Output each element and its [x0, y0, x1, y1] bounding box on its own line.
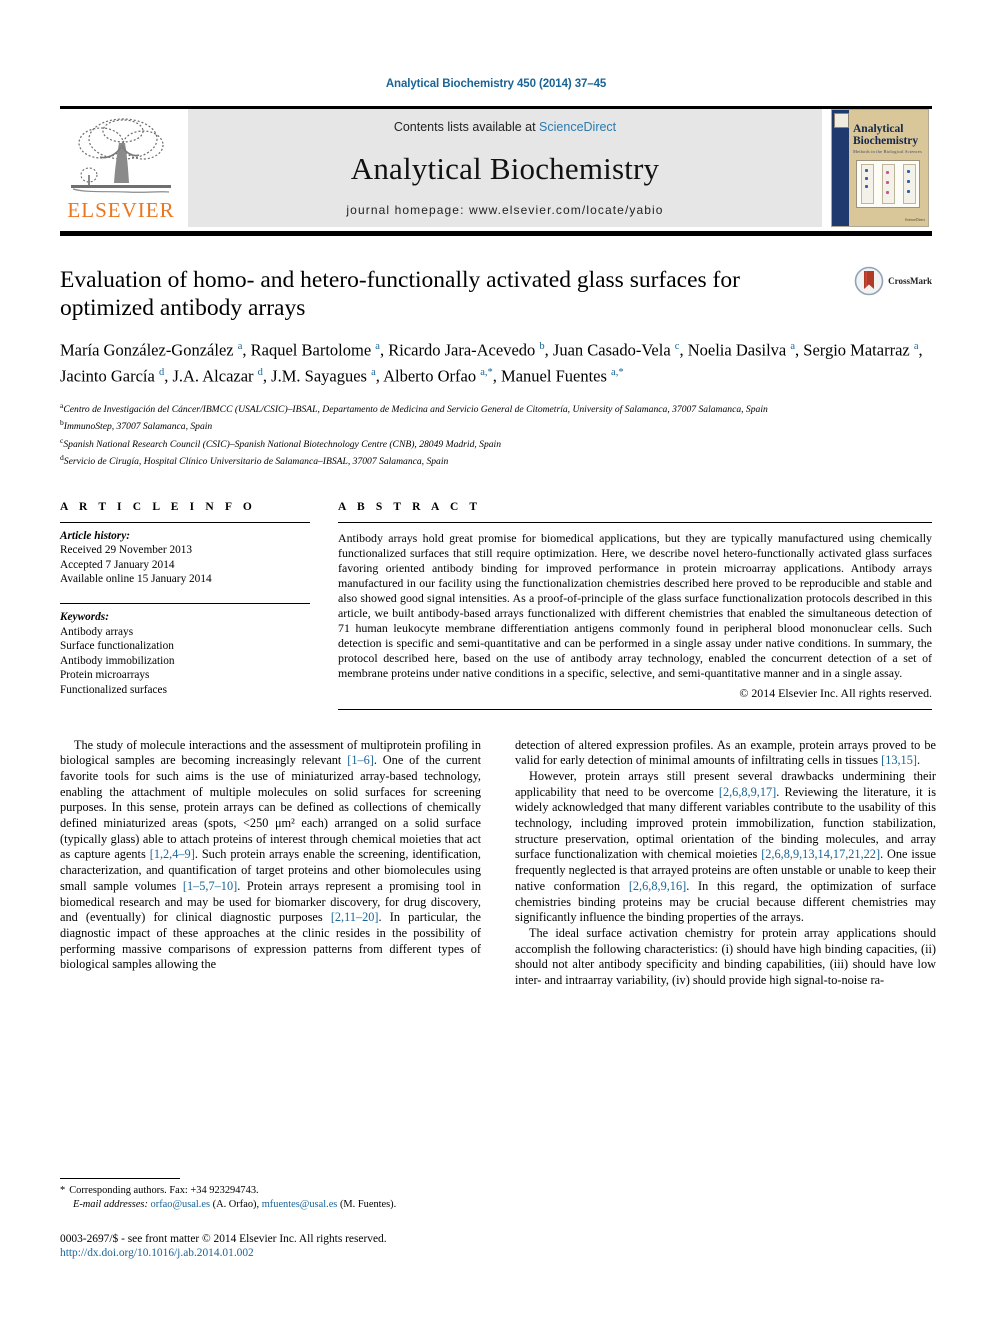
affiliation-list: aCentro de Investigación del Cáncer/IBMC…: [60, 399, 932, 469]
contents-available-line: Contents lists available at ScienceDirec…: [394, 120, 616, 134]
keywords-label: Keywords:: [60, 610, 109, 623]
cover-title-line2: Biochemistry: [853, 135, 919, 147]
cover-dot: [886, 171, 889, 174]
crossmark-label: CrossMark: [888, 276, 932, 286]
cover-dot: [907, 190, 910, 193]
affiliation-text: ImmunoStep, 37007 Salamanca, Spain: [63, 421, 213, 433]
article-history-item: Accepted 7 January 2014: [60, 558, 175, 571]
body-paragraph: The ideal surface activation chemistry f…: [515, 925, 936, 988]
article-history-item: Available online 15 January 2014: [60, 573, 212, 586]
cover-subtitle: Methods in the Biological Sciences: [853, 149, 922, 154]
affiliation-text: Centro de Investigación del Cáncer/IBMCC…: [63, 404, 768, 416]
footnote-star-marker: *: [60, 1185, 66, 1196]
doi-link[interactable]: http://dx.doi.org/10.1016/j.ab.2014.01.0…: [60, 1246, 660, 1260]
body-columns: The study of molecule interactions and t…: [60, 738, 936, 989]
keyword-item: Protein microarrays: [60, 669, 150, 682]
corresponding-author-footnote: * Corresponding authors. Fax: +34 9232947…: [60, 1178, 481, 1211]
cover-dot: [886, 181, 889, 184]
footnote-email-line: E-mail addresses: orfao@usal.es (A. Orfa…: [60, 1198, 481, 1212]
cover-footer-text: ScienceDirect: [904, 218, 925, 222]
cover-dot: [907, 170, 910, 173]
crossmark-badge[interactable]: CrossMark: [854, 266, 932, 296]
keyword-item: Antibody immobilization: [60, 654, 175, 667]
info-and-abstract: A R T I C L E I N F O Article history: R…: [60, 501, 932, 710]
keyword-item: Surface functionalization: [60, 640, 174, 653]
running-head: Analytical Biochemistry 450 (2014) 37–45: [385, 78, 607, 90]
journal-homepage-link[interactable]: journal homepage: www.elsevier.com/locat…: [346, 203, 663, 217]
article-first-page: Analytical Biochemistry 450 (2014) 37–45: [0, 0, 992, 1323]
cover-publisher-badge-icon: [834, 113, 849, 128]
author-list: María González-González a, Raquel Bartol…: [60, 340, 923, 386]
cover-dot: [865, 177, 868, 180]
article-info-column: A R T I C L E I N F O Article history: R…: [60, 501, 310, 710]
elsevier-logo: ELSEVIER: [60, 109, 182, 227]
affiliation-item: aCentro de Investigación del Cáncer/IBMC…: [60, 399, 932, 416]
email-link-fuentes[interactable]: mfuentes@usal.es: [262, 1199, 338, 1210]
article-history-label: Article history:: [60, 529, 130, 542]
crossmark-icon: [854, 266, 884, 296]
footnote-corresponding-text: Corresponding authors. Fax: +34 92329474…: [69, 1185, 259, 1196]
keyword-item: Functionalized surfaces: [60, 683, 167, 696]
affiliation-text: Servicio de Cirugía, Hospital Clínico Un…: [63, 456, 449, 468]
body-paragraph: detection of altered expression profiles…: [515, 737, 936, 768]
article-history-item: Received 29 November 2013: [60, 544, 193, 557]
contents-prefix: Contents lists available at: [393, 120, 540, 134]
cover-dot: [865, 185, 868, 188]
footnote-rule: [60, 1178, 180, 1179]
body-paragraph: The study of molecule interactions and t…: [60, 737, 481, 972]
email-addresses-label: E-mail addresses:: [73, 1198, 148, 1210]
article-info-heading: A R T I C L E I N F O: [60, 500, 256, 513]
cover-artwork: [856, 160, 920, 208]
body-column-right: detection of altered expression profiles…: [515, 738, 936, 989]
title-block: Evaluation of homo- and hetero-functiona…: [60, 266, 932, 469]
article-history-block: Article history: Received 29 November 20…: [60, 523, 310, 587]
email-owner-fuentes: (M. Fuentes).: [339, 1198, 397, 1210]
footnote-corresponding-line: * Corresponding authors. Fax: +34 9232947…: [60, 1184, 481, 1198]
sciencedirect-link[interactable]: ScienceDirect: [539, 120, 616, 134]
page-footer: 0003-2697/$ - see front matter © 2014 El…: [60, 1232, 660, 1260]
keyword-item: Antibody arrays: [60, 625, 134, 638]
journal-cover-container: Analytical Biochemistry Methods in the B…: [828, 109, 932, 227]
elsevier-tree-icon: [71, 118, 171, 193]
affiliation-text: Spanish National Research Council (CSIC)…: [63, 438, 502, 450]
body-column-left: The study of molecule interactions and t…: [60, 738, 481, 989]
cover-dot: [907, 180, 910, 183]
cover-gel-lane-2: [882, 164, 895, 204]
abstract-bottom-rule: [338, 708, 932, 710]
cover-dot: [865, 169, 868, 172]
cover-dot: [886, 191, 889, 194]
email-owner-orfao: (A. Orfao),: [212, 1198, 260, 1210]
abstract-heading: A B S T R A C T: [338, 500, 482, 513]
keywords-block: Keywords: Antibody arrays Surface functi…: [60, 604, 310, 698]
body-paragraph: However, protein arrays still present se…: [515, 768, 937, 925]
journal-title: Analytical Biochemistry: [350, 150, 660, 186]
affiliation-item: bImmunoStep, 37007 Salamanca, Spain: [60, 416, 932, 433]
email-link-orfao[interactable]: orfao@usal.es: [151, 1199, 210, 1210]
journal-masthead: ELSEVIER Contents lists available at Sci…: [60, 106, 932, 227]
affiliation-item: dServicio de Cirugía, Hospital Clínico U…: [60, 451, 932, 468]
elsevier-wordmark: ELSEVIER: [67, 198, 175, 222]
abstract-text: Antibody arrays hold great promise for b…: [338, 530, 932, 681]
abstract-column: A B S T R A C T Antibody arrays hold gre…: [338, 501, 932, 710]
cover-title-line1: Analytical: [853, 123, 904, 135]
cover-title: Analytical Biochemistry: [853, 123, 925, 147]
page-title: Evaluation of homo- and hetero-functiona…: [60, 267, 740, 321]
masthead-center: Contents lists available at ScienceDirec…: [188, 109, 822, 227]
affiliation-item: cSpanish National Research Council (CSIC…: [60, 434, 932, 451]
journal-cover-thumbnail: Analytical Biochemistry Methods in the B…: [831, 109, 929, 227]
issn-copyright-line: 0003-2697/$ - see front matter © 2014 El…: [60, 1233, 387, 1245]
abstract-copyright: © 2014 Elsevier Inc. All rights reserved…: [739, 685, 932, 700]
masthead-bottom-rule: [60, 231, 932, 236]
